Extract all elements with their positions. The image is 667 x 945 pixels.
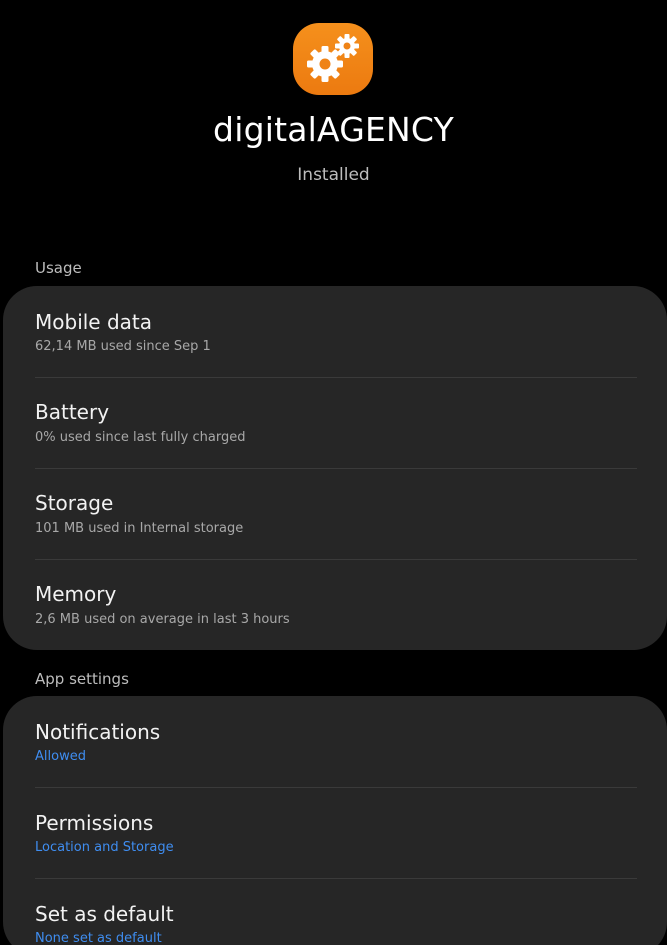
- install-status: Installed: [297, 165, 370, 185]
- row-title: Mobile data: [35, 310, 153, 334]
- list-item-mobile-data[interactable]: Mobile data 62,14 MB used since Sep 1: [35, 286, 637, 377]
- gears-icon: [293, 23, 373, 95]
- app-info-screen: digitalAGENCY Installed Usage Mobile dat…: [0, 0, 667, 945]
- section-label-usage: Usage: [35, 259, 82, 277]
- row-title: Storage: [35, 491, 114, 515]
- list-item-set-as-default[interactable]: Set as default None set as default: [35, 878, 637, 945]
- app-settings-card: Notifications Allowed Permissions Locati…: [3, 696, 667, 945]
- row-title: Permissions: [35, 811, 154, 835]
- row-subtitle: Location and Storage: [35, 840, 174, 855]
- row-title: Battery: [35, 400, 110, 424]
- usage-card: Mobile data 62,14 MB used since Sep 1 Ba…: [3, 286, 667, 650]
- list-item-permissions[interactable]: Permissions Location and Storage: [35, 787, 637, 878]
- row-subtitle: None set as default: [35, 931, 162, 945]
- list-item-battery[interactable]: Battery 0% used since last fully charged: [35, 377, 637, 468]
- row-subtitle: 101 MB used in Internal storage: [35, 521, 244, 536]
- row-title: Notifications: [35, 720, 161, 744]
- list-item-storage[interactable]: Storage 101 MB used in Internal storage: [35, 468, 637, 559]
- row-subtitle: 62,14 MB used since Sep 1: [35, 339, 211, 354]
- row-subtitle: 0% used since last fully charged: [35, 430, 246, 445]
- row-subtitle: Allowed: [35, 749, 86, 764]
- row-subtitle: 2,6 MB used on average in last 3 hours: [35, 612, 290, 627]
- row-title: Set as default: [35, 902, 174, 926]
- row-title: Memory: [35, 582, 117, 606]
- section-label-app-settings: App settings: [35, 670, 129, 688]
- list-item-notifications[interactable]: Notifications Allowed: [35, 696, 637, 787]
- app-name: digitalAGENCY: [213, 110, 454, 149]
- list-item-memory[interactable]: Memory 2,6 MB used on average in last 3 …: [35, 559, 637, 650]
